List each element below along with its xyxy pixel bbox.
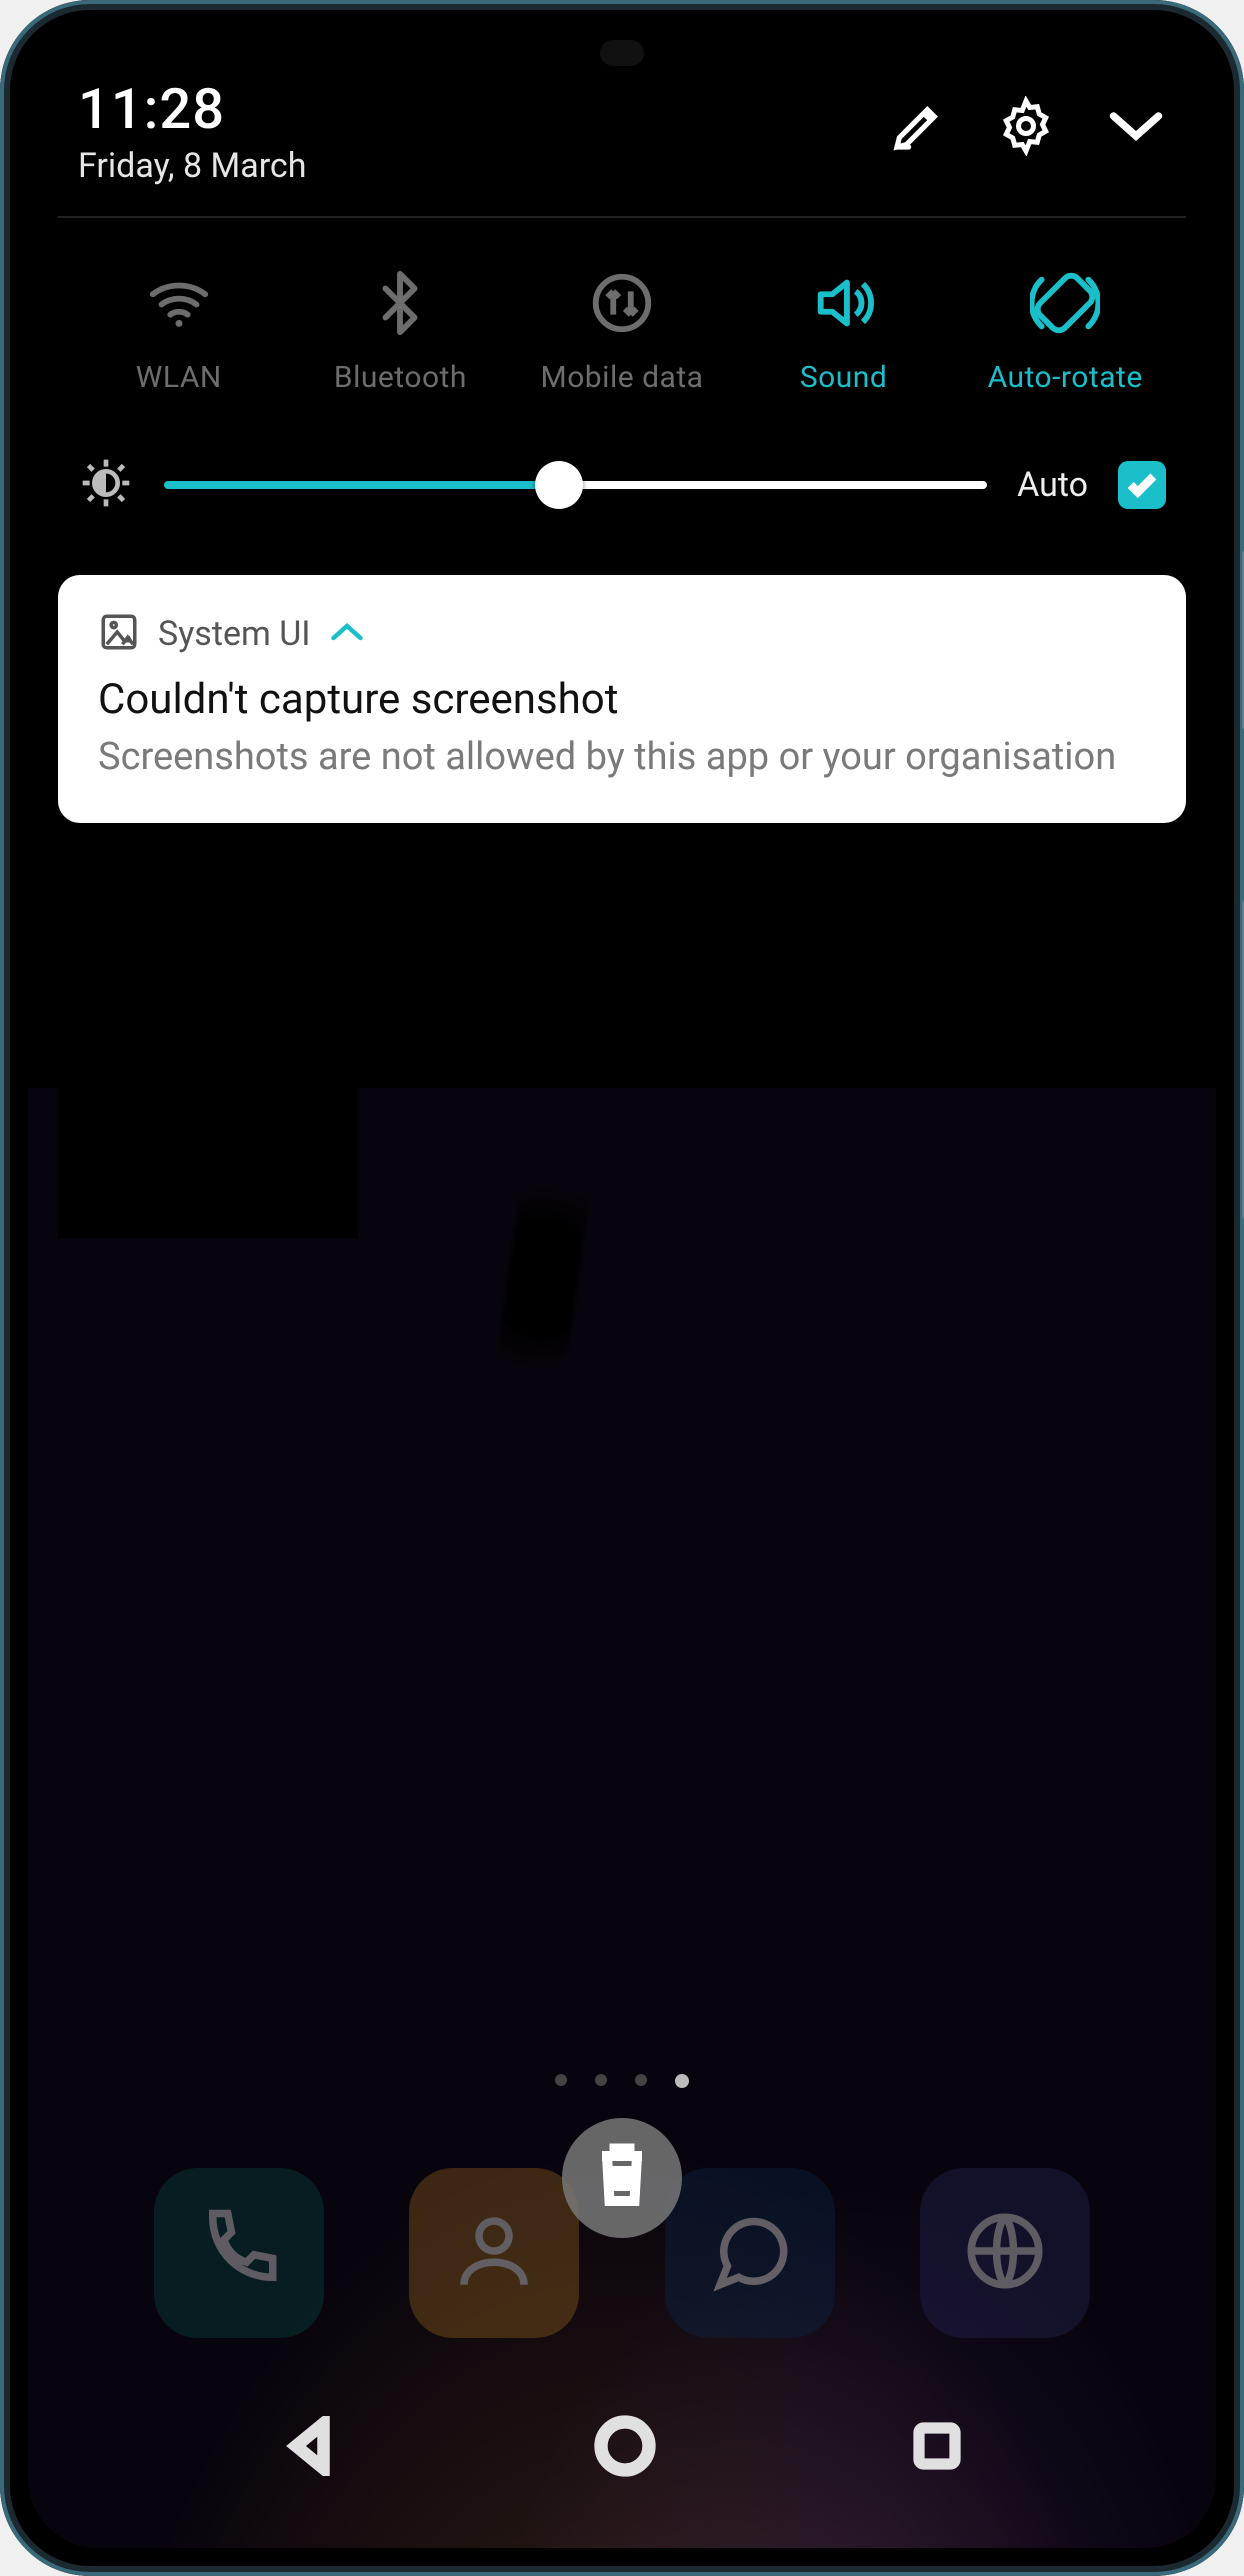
brightness-icon xyxy=(78,455,134,515)
settings-icon[interactable] xyxy=(996,96,1056,160)
front-camera xyxy=(600,40,644,66)
screen: 11:28 Friday, 8 March xyxy=(28,28,1216,2548)
navigation-bar xyxy=(28,2388,1216,2508)
screenshot-error-icon xyxy=(98,611,140,657)
page-dot xyxy=(635,2074,647,2086)
notification-app-name: System UI xyxy=(158,614,311,654)
wallpaper-mark xyxy=(490,1144,596,1411)
notification-title: Couldn't capture screenshot xyxy=(98,675,1146,724)
page-dot xyxy=(555,2074,567,2086)
toggle-label: Bluetooth xyxy=(334,360,467,395)
page-dot xyxy=(595,2074,607,2086)
contacts-icon xyxy=(449,2206,539,2300)
notification-card[interactable]: System UI Couldn't capture screenshot Sc… xyxy=(58,575,1186,823)
toggle-sound[interactable]: Sound xyxy=(733,268,955,395)
auto-brightness-label: Auto xyxy=(1017,465,1088,505)
time-block: 11:28 Friday, 8 March xyxy=(78,76,306,186)
messages-app[interactable] xyxy=(665,2168,835,2338)
slider-track-filled xyxy=(164,481,559,489)
phone-app[interactable] xyxy=(154,2168,324,2338)
notch xyxy=(482,10,762,44)
phone-frame: 11:28 Friday, 8 March xyxy=(0,0,1244,2576)
message-icon xyxy=(705,2206,795,2300)
clock-date: Friday, 8 March xyxy=(78,146,306,186)
delete-button[interactable] xyxy=(562,2118,682,2238)
collapse-notification-icon[interactable] xyxy=(329,618,365,650)
bluetooth-icon xyxy=(365,268,435,342)
slider-thumb[interactable] xyxy=(535,461,583,509)
nav-recent-icon[interactable] xyxy=(910,2419,964,2477)
quick-settings-row: WLAN Bluetooth Mobile data Sound xyxy=(28,218,1216,415)
toggle-auto-rotate[interactable]: Auto-rotate xyxy=(954,268,1176,395)
page-indicator xyxy=(555,2074,689,2088)
clock-time: 11:28 xyxy=(78,76,306,142)
nav-home-icon[interactable] xyxy=(593,2414,657,2482)
auto-brightness-checkbox[interactable] xyxy=(1118,461,1166,509)
page-dot-active xyxy=(675,2074,689,2088)
contacts-app[interactable] xyxy=(409,2168,579,2338)
toggle-label: WLAN xyxy=(136,360,222,395)
phone-icon xyxy=(194,2206,284,2300)
wifi-icon xyxy=(144,268,214,342)
collapse-icon[interactable] xyxy=(1106,106,1166,150)
trash-icon xyxy=(592,2141,652,2215)
toggle-label: Mobile data xyxy=(541,360,704,395)
sound-icon xyxy=(809,268,879,342)
autorotate-icon xyxy=(1030,268,1100,342)
toggle-wlan[interactable]: WLAN xyxy=(68,268,290,395)
edit-icon[interactable] xyxy=(890,98,946,158)
toggle-label: Auto-rotate xyxy=(988,360,1143,395)
widget-placeholder xyxy=(58,1088,358,1238)
mobiledata-icon xyxy=(587,268,657,342)
toggle-label: Sound xyxy=(800,360,887,395)
nav-back-icon[interactable] xyxy=(281,2416,341,2480)
brightness-row: Auto xyxy=(28,415,1216,565)
globe-icon xyxy=(960,2206,1050,2300)
toggle-mobile-data[interactable]: Mobile data xyxy=(511,268,733,395)
browser-app[interactable] xyxy=(920,2168,1090,2338)
home-wallpaper xyxy=(28,1088,1216,2548)
brightness-slider[interactable] xyxy=(164,461,987,509)
slider-track-empty xyxy=(559,481,987,489)
notification-body: Screenshots are not allowed by this app … xyxy=(98,732,1146,783)
toggle-bluetooth[interactable]: Bluetooth xyxy=(290,268,512,395)
